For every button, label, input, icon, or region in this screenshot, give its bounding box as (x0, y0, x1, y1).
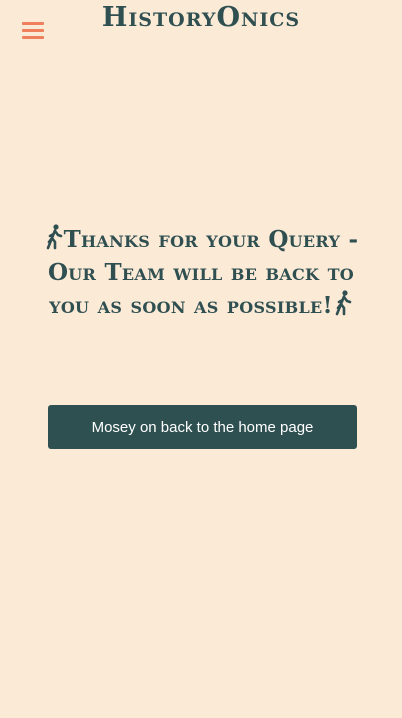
confirmation-message: Thanks for your Query - Our Team will be… (24, 223, 378, 322)
menu-bar (22, 36, 44, 39)
home-page-button[interactable]: Mosey on back to the home page (48, 405, 357, 449)
person-walking-icon (44, 224, 64, 250)
site-title[interactable]: HistoryOnics (0, 2, 402, 33)
message-text: Thanks for your Query - Our Team will be… (47, 226, 359, 319)
person-walking-icon (333, 290, 353, 316)
